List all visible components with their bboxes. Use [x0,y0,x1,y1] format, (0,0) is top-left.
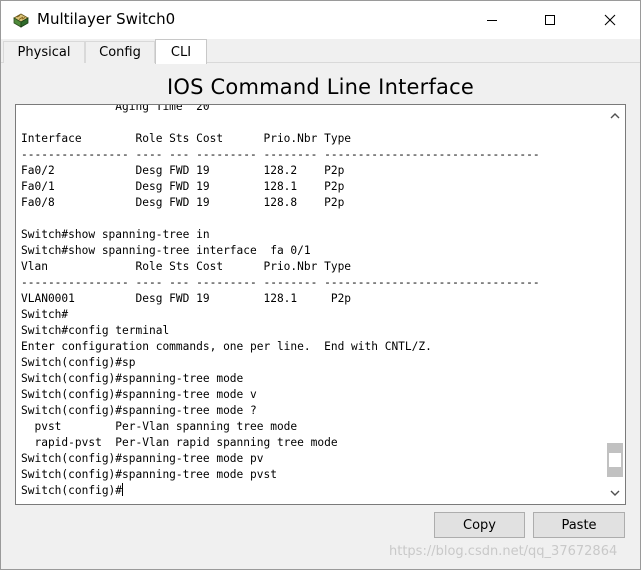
close-button[interactable] [587,1,633,39]
scroll-down-arrow-icon [610,490,620,496]
console-line: Interface Role Sts Cost Prio.Nbr Type [21,132,352,145]
console-line: Fa0/8 Desg FWD 19 128.8 P2p [21,196,345,209]
scroll-up-button[interactable] [605,107,625,125]
maximize-button[interactable] [527,1,573,39]
scroll-down-button[interactable] [605,484,625,502]
console-line: Switch#show spanning-tree in [21,228,210,241]
console-scrollbar[interactable] [605,105,625,504]
minimize-icon [487,20,497,21]
console-line: Vlan Role Sts Cost Prio.Nbr Type [21,260,352,273]
tab-strip: Physical Config CLI [1,39,640,64]
window-title: Multilayer Switch0 [37,10,176,28]
console-line: ---------------- ---- --- --------- ----… [21,148,540,161]
console-line: Switch(config)#sp [21,356,136,369]
cli-console[interactable]: Aging Time 20 Interface Role Sts Cost Pr… [15,104,626,505]
console-line: Switch(config)#spanning-tree mode ? [21,404,257,417]
console-line: Switch#show spanning-tree interface fa 0… [21,244,311,257]
scroll-thumb[interactable] [607,443,623,477]
console-line: Switch(config)# [21,484,123,497]
maximize-icon [545,15,555,25]
tab-config[interactable]: Config [85,41,155,63]
console-output[interactable]: Aging Time 20 Interface Role Sts Cost Pr… [21,104,603,499]
minimize-button[interactable] [469,1,515,39]
console-line: Switch(config)#spanning-tree mode [21,372,244,385]
device-window: Multilayer Switch0 Physical Config CLI I… [0,0,641,570]
console-line: Fa0/1 Desg FWD 19 128.1 P2p [21,180,345,193]
watermark: https://blog.csdn.net/qq_37672864 [389,544,618,559]
panel-title: IOS Command Line Interface [167,75,474,99]
close-icon [604,14,616,26]
copy-button[interactable]: Copy [434,512,525,538]
console-line: pvst Per-Vlan spanning tree mode [21,420,298,433]
console-line: Switch(config)#spanning-tree mode v [21,388,257,401]
scroll-up-arrow-icon [610,113,620,119]
switch-icon [11,10,31,30]
console-line: Enter configuration commands, one per li… [21,340,432,353]
tab-cli[interactable]: CLI [155,39,207,64]
console-line: rapid-pvst Per-Vlan rapid spanning tree … [21,436,338,449]
console-line: Switch# [21,308,69,321]
console-line: Switch(config)#spanning-tree mode pvst [21,468,277,481]
paste-button[interactable]: Paste [533,512,625,538]
console-line: Fa0/2 Desg FWD 19 128.2 P2p [21,164,345,177]
text-cursor [122,483,124,496]
title-bar[interactable]: Multilayer Switch0 [1,1,640,39]
console-line: Switch(config)#spanning-tree mode pv [21,452,264,465]
console-line: Switch#config terminal [21,324,170,337]
tab-physical[interactable]: Physical [3,41,85,63]
console-line: Aging Time 20 [21,104,210,113]
console-line: ---------------- ---- --- --------- ----… [21,276,540,289]
console-line: VLAN0001 Desg FWD 19 128.1 P2p [21,292,352,305]
